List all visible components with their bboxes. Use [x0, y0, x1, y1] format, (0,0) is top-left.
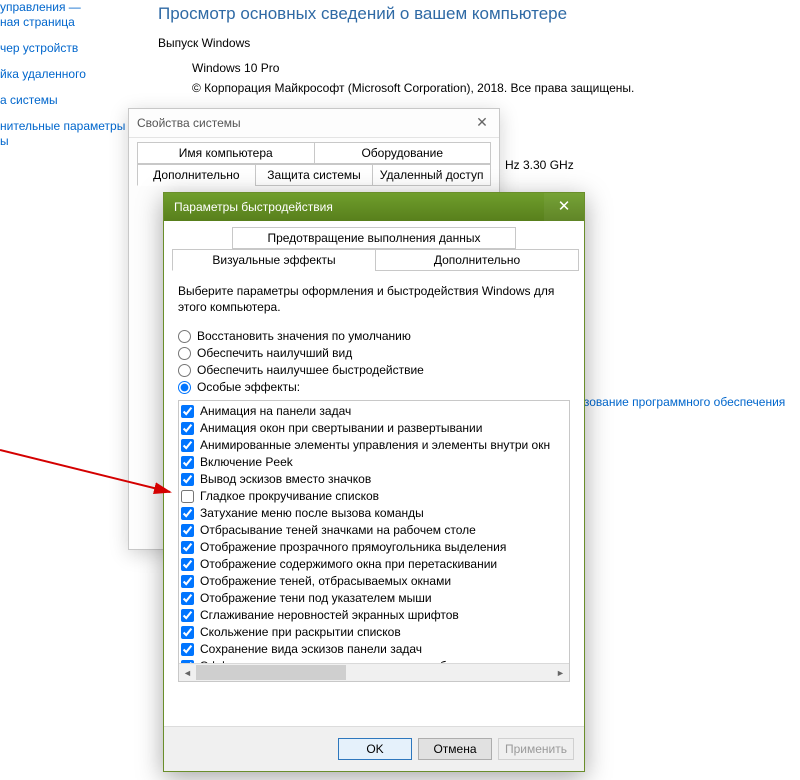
effect-checkbox[interactable] [181, 609, 194, 622]
radio-input-1[interactable] [178, 347, 191, 360]
effect-label: Включение Peek [200, 454, 293, 471]
effect-label: Анимация окон при свертывании и разверты… [200, 420, 482, 437]
sidebar-item-remote-settings[interactable]: йка удаленного [0, 67, 128, 82]
effect-label: Отбрасывание теней значками на рабочем с… [200, 522, 476, 539]
effect-checkbox[interactable] [181, 626, 194, 639]
effect-checkbox[interactable] [181, 541, 194, 554]
radio-label: Обеспечить наилучший вид [197, 346, 352, 360]
radio-option-0[interactable]: Восстановить значения по умолчанию [178, 329, 570, 343]
effect-item-14[interactable]: Сохранение вида эскизов панели задач [181, 641, 567, 658]
system-properties-titlebar[interactable]: Свойства системы ✕ [129, 109, 499, 138]
effect-item-6[interactable]: Затухание меню после вызова команды [181, 505, 567, 522]
tab-computer-name[interactable]: Имя компьютера [137, 142, 315, 164]
radio-label: Обеспечить наилучшее быстродействие [197, 363, 424, 377]
radio-label: Восстановить значения по умолчанию [197, 329, 411, 343]
radio-input-3[interactable] [178, 381, 191, 394]
effect-label: Отображение прозрачного прямоугольника в… [200, 539, 506, 556]
effect-checkbox[interactable] [181, 524, 194, 537]
performance-options-title: Параметры быстродействия [174, 200, 333, 214]
effect-label: Отображение тени под указателем мыши [200, 590, 432, 607]
sidebar-item-advanced[interactable]: нительные параметры ы [0, 119, 128, 149]
effect-item-4[interactable]: Вывод эскизов вместо значков [181, 471, 567, 488]
radio-label: Особые эффекты: [197, 380, 300, 394]
windows-edition-label: Выпуск Windows [158, 36, 798, 50]
sidebar-item-device-manager[interactable]: чер устройств [0, 41, 128, 56]
visual-effects-intro: Выберите параметры оформления и быстроде… [178, 283, 570, 315]
radio-option-1[interactable]: Обеспечить наилучший вид [178, 346, 570, 360]
tab-hardware[interactable]: Оборудование [314, 142, 492, 164]
tab-advanced[interactable]: Дополнительно [137, 164, 256, 186]
effect-label: Анимация на панели задач [200, 403, 351, 420]
tab-remote[interactable]: Удаленный доступ [372, 164, 491, 186]
effect-item-9[interactable]: Отображение содержимого окна при перетас… [181, 556, 567, 573]
scroll-right-icon[interactable]: ► [552, 664, 569, 681]
effect-checkbox[interactable] [181, 439, 194, 452]
scroll-thumb[interactable] [196, 665, 346, 680]
effect-label: Затухание меню после вызова команды [200, 505, 424, 522]
effect-checkbox[interactable] [181, 592, 194, 605]
windows-copyright: © Корпорация Майкрософт (Microsoft Corpo… [192, 78, 798, 98]
tab-dep[interactable]: Предотвращение выполнения данных [232, 227, 517, 249]
effect-checkbox[interactable] [181, 422, 194, 435]
effect-checkbox[interactable] [181, 405, 194, 418]
dialog-footer: OK Отмена Применить [164, 726, 584, 771]
ok-button[interactable]: OK [338, 738, 412, 760]
effect-checkbox[interactable] [181, 558, 194, 571]
horizontal-scrollbar[interactable]: ◄ ► [179, 663, 569, 681]
radio-input-0[interactable] [178, 330, 191, 343]
radio-option-2[interactable]: Обеспечить наилучшее быстродействие [178, 363, 570, 377]
effect-label: Гладкое прокручивание списков [200, 488, 379, 505]
effect-label: Отображение содержимого окна при перетас… [200, 556, 497, 573]
effect-label: Отображение теней, отбрасываемых окнами [200, 573, 451, 590]
windows-edition-value: Windows 10 Pro [192, 58, 798, 78]
apply-button[interactable]: Применить [498, 738, 574, 760]
effect-label: Сглаживание неровностей экранных шрифтов [200, 607, 459, 624]
effect-label: Скольжение при раскрытии списков [200, 624, 401, 641]
effect-item-2[interactable]: Анимированные элементы управления и элем… [181, 437, 567, 454]
sidebar-item-system-protection[interactable]: а системы [0, 93, 128, 108]
tab-perf-advanced[interactable]: Дополнительно [375, 249, 579, 271]
scroll-left-icon[interactable]: ◄ [179, 664, 196, 681]
radio-input-2[interactable] [178, 364, 191, 377]
cancel-button[interactable]: Отмена [418, 738, 492, 760]
effect-checkbox[interactable] [181, 507, 194, 520]
performance-options-titlebar[interactable]: Параметры быстродействия ✕ [164, 193, 584, 221]
effect-item-1[interactable]: Анимация окон при свертывании и разверты… [181, 420, 567, 437]
effect-label: Вывод эскизов вместо значков [200, 471, 371, 488]
effect-checkbox[interactable] [181, 456, 194, 469]
tab-system-protection[interactable]: Защита системы [255, 164, 374, 186]
effect-item-13[interactable]: Скольжение при раскрытии списков [181, 624, 567, 641]
close-icon[interactable]: ✕ [469, 111, 495, 133]
system-properties-title: Свойства системы [137, 116, 241, 130]
close-icon[interactable]: ✕ [544, 193, 584, 221]
radio-option-3[interactable]: Особые эффекты: [178, 380, 570, 394]
effect-checkbox[interactable] [181, 575, 194, 588]
sidebar-title-line2: ная страница [0, 15, 128, 30]
effect-item-12[interactable]: Сглаживание неровностей экранных шрифтов [181, 607, 567, 624]
effect-item-10[interactable]: Отображение теней, отбрасываемых окнами [181, 573, 567, 590]
effect-checkbox[interactable] [181, 473, 194, 486]
effect-item-0[interactable]: Анимация на панели задач [181, 403, 567, 420]
effect-label: Анимированные элементы управления и элем… [200, 437, 550, 454]
performance-options-dialog: Параметры быстродействия ✕ Предотвращени… [163, 192, 585, 772]
cpu-freq-partial: Hz 3.30 GHz [505, 155, 574, 175]
effect-item-8[interactable]: Отображение прозрачного прямоугольника в… [181, 539, 567, 556]
effects-list: Анимация на панели задачАнимация окон пр… [178, 400, 570, 682]
effect-checkbox[interactable] [181, 490, 194, 503]
effect-item-11[interactable]: Отображение тени под указателем мыши [181, 590, 567, 607]
system-info-panel: Просмотр основных сведений о вашем компь… [158, 0, 798, 98]
control-panel-sidebar: управления — ная страница чер устройств … [0, 0, 128, 780]
effect-item-5[interactable]: Гладкое прокручивание списков [181, 488, 567, 505]
tab-visual-effects[interactable]: Визуальные эффекты [172, 249, 376, 271]
effect-label: Сохранение вида эскизов панели задач [200, 641, 422, 658]
effect-checkbox[interactable] [181, 643, 194, 656]
effect-item-3[interactable]: Включение Peek [181, 454, 567, 471]
page-heading: Просмотр основных сведений о вашем компь… [158, 4, 798, 24]
sidebar-title-line1: управления — [0, 0, 128, 15]
effect-item-7[interactable]: Отбрасывание теней значками на рабочем с… [181, 522, 567, 539]
